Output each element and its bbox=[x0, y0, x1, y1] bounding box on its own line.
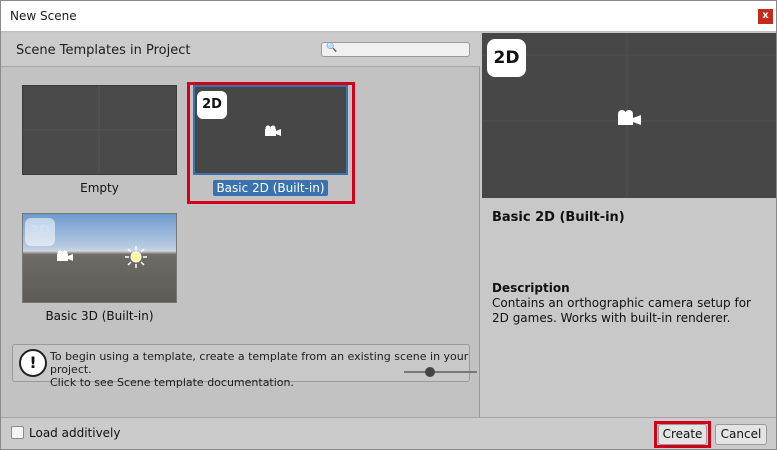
template-label-text: Basic 3D (Built-in) bbox=[45, 309, 154, 323]
info-line-2[interactable]: Click to see Scene template documentatio… bbox=[50, 376, 469, 389]
template-label: Empty bbox=[22, 181, 177, 195]
template-details: Basic 2D (Built-in) Description Contains… bbox=[482, 198, 776, 417]
template-basic-2d[interactable]: 2D Basic 2D (Built-in) bbox=[193, 85, 348, 200]
info-box[interactable]: ! To begin using a template, create a te… bbox=[12, 344, 470, 389]
templates-header: Scene Templates in Project 🔍 bbox=[1, 33, 480, 67]
load-additively-label[interactable]: Load additively bbox=[29, 426, 120, 440]
camera-icon bbox=[618, 110, 641, 125]
search-input[interactable]: 🔍 bbox=[321, 42, 470, 57]
window-title: New Scene bbox=[10, 9, 77, 23]
template-basic-3d[interactable]: 3D Basic 3D (Built-in) bbox=[22, 213, 177, 325]
template-thumbnail: 2D bbox=[193, 85, 348, 175]
create-button[interactable]: Create bbox=[658, 424, 707, 445]
template-empty[interactable]: Empty bbox=[22, 85, 177, 195]
description-text: Contains an orthographic camera setup fo… bbox=[492, 296, 751, 325]
info-text: To begin using a template, create a temp… bbox=[50, 350, 469, 389]
template-label-text: Basic 2D (Built-in) bbox=[213, 180, 328, 196]
sun-light-icon bbox=[125, 246, 147, 268]
cancel-button[interactable]: Cancel bbox=[715, 424, 767, 445]
footer-bar: Load additively Create Cancel bbox=[1, 417, 776, 449]
2d-badge: 2D bbox=[197, 91, 227, 119]
template-preview: 2D bbox=[482, 33, 776, 198]
3d-badge: 3D bbox=[25, 218, 55, 246]
template-label: Basic 3D (Built-in) bbox=[22, 309, 177, 323]
camera-icon bbox=[57, 250, 73, 261]
new-scene-dialog: New Scene x Scene Templates in Project 🔍… bbox=[0, 0, 777, 450]
templates-heading: Scene Templates in Project bbox=[16, 43, 191, 58]
info-icon: ! bbox=[19, 349, 47, 377]
empty-grid bbox=[23, 86, 176, 174]
zoom-slider-track[interactable] bbox=[404, 371, 477, 373]
close-button[interactable]: x bbox=[758, 9, 773, 24]
template-name: Basic 2D (Built-in) bbox=[492, 210, 625, 225]
description-heading: Description bbox=[492, 281, 570, 295]
camera-icon bbox=[265, 125, 281, 136]
zoom-slider-handle[interactable] bbox=[425, 367, 435, 377]
search-icon: 🔍 bbox=[326, 43, 338, 53]
template-thumbnail bbox=[22, 85, 177, 175]
templates-panel: Scene Templates in Project 🔍 Empty 2D Ba… bbox=[1, 33, 480, 417]
template-thumbnail: 3D bbox=[22, 213, 177, 303]
template-label: Basic 2D (Built-in) bbox=[193, 180, 348, 196]
title-bar[interactable]: New Scene x bbox=[1, 1, 776, 32]
2d-badge: 2D bbox=[487, 39, 526, 77]
load-additively-checkbox[interactable] bbox=[11, 426, 24, 439]
template-label-text: Empty bbox=[80, 181, 119, 195]
